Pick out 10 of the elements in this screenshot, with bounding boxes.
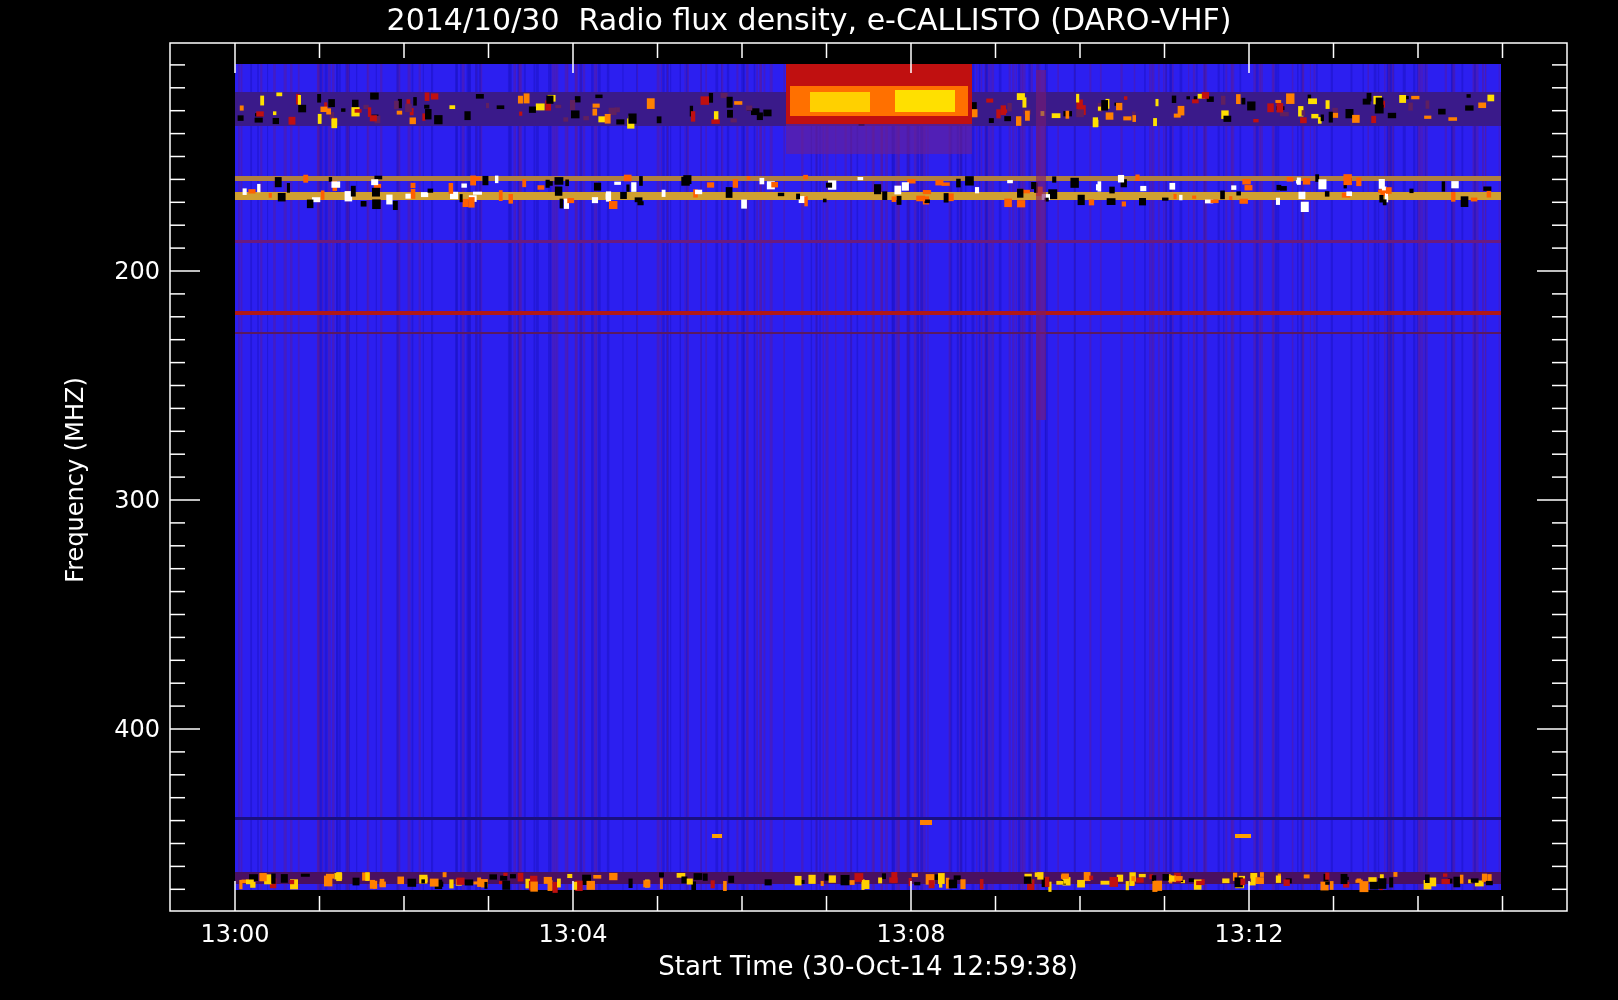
y-tick-label: 400 (114, 715, 160, 743)
x-tick-label: 13:08 (876, 920, 946, 948)
y-tick-label: 200 (114, 257, 160, 285)
x-tick-label: 13:00 (200, 920, 270, 948)
chart-title: 2014/10/30 Radio flux density, e-CALLISTO (DARO-VHF) (386, 2, 1232, 38)
x-tick-label: 13:12 (1214, 920, 1284, 948)
x-axis-label: Start Time (30-Oct-14 12:59:38) (658, 950, 1078, 982)
y-tick-label: 300 (114, 486, 160, 514)
x-tick-label: 13:04 (538, 920, 608, 948)
y-axis-label: Frequency (MHZ) (61, 377, 89, 583)
